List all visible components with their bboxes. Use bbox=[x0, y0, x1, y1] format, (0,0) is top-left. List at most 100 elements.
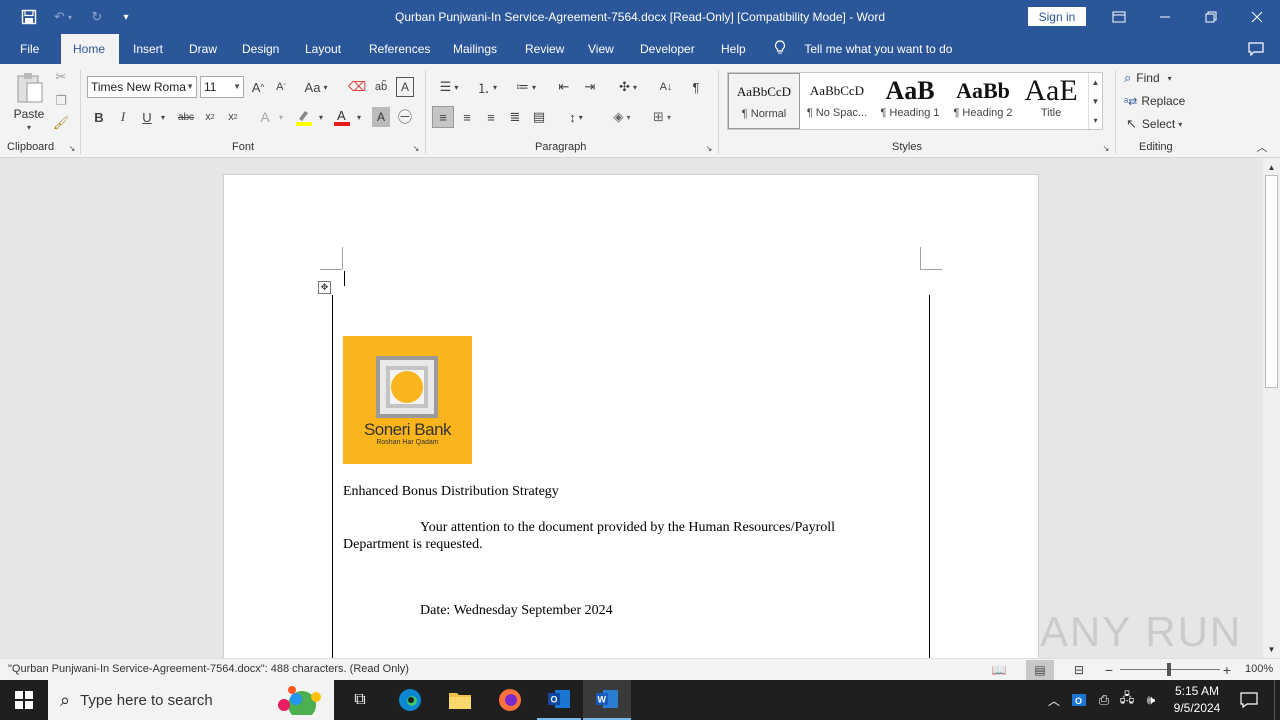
scrollbar-thumb[interactable] bbox=[1265, 175, 1278, 388]
paste-dropdown-icon[interactable]: ▾ bbox=[22, 122, 36, 132]
device-icon[interactable]: ⎙ bbox=[1094, 680, 1114, 720]
tab-developer[interactable]: Developer bbox=[640, 34, 695, 64]
zoom-out-icon[interactable]: − bbox=[1102, 661, 1116, 679]
phonetic-guide-icon[interactable]: ab̃ bbox=[372, 77, 390, 97]
clipboard-launcher-icon[interactable]: ↘ bbox=[66, 142, 78, 154]
document-page[interactable]: ✥ Soneri Bank Roshan Har Qadam Enhanced … bbox=[223, 174, 1039, 658]
show-formatting-marks-icon[interactable]: ¶ bbox=[686, 76, 706, 98]
close-icon[interactable] bbox=[1234, 0, 1280, 34]
style-normal[interactable]: AaBbCcD ¶ Normal bbox=[728, 73, 800, 129]
tab-mailings[interactable]: Mailings bbox=[453, 34, 497, 64]
tab-file[interactable]: File bbox=[20, 34, 39, 64]
character-border-icon[interactable]: A bbox=[396, 77, 414, 97]
tab-help[interactable]: Help bbox=[721, 34, 746, 64]
table-move-handle-icon[interactable]: ✥ bbox=[318, 281, 331, 294]
clock[interactable]: 5:15 AM 9/5/2024 bbox=[1166, 680, 1228, 720]
styles-scroll-up-icon[interactable]: ▲ bbox=[1088, 73, 1102, 92]
asian-layout-icon[interactable]: ✣ ▾ bbox=[612, 76, 644, 98]
increase-indent-icon[interactable]: ⇥ bbox=[580, 76, 600, 98]
collapse-ribbon-icon[interactable]: ︿ bbox=[1254, 140, 1270, 154]
find-button[interactable]: ⌕ Find ▾ bbox=[1124, 69, 1194, 87]
justify-icon[interactable]: ≣ bbox=[505, 106, 525, 128]
zoom-level[interactable]: 100% bbox=[1245, 663, 1273, 675]
firefox-icon[interactable] bbox=[490, 680, 530, 720]
word-icon[interactable]: W bbox=[583, 680, 631, 720]
vertical-scrollbar[interactable]: ▲ ▼ bbox=[1263, 158, 1280, 658]
notifications-icon[interactable] bbox=[1234, 680, 1264, 720]
paragraph-launcher-icon[interactable]: ↘ bbox=[703, 142, 715, 154]
print-layout-icon[interactable]: ▤ bbox=[1026, 660, 1054, 680]
change-case-button[interactable]: Aa ▾ bbox=[298, 77, 334, 97]
align-right-icon[interactable]: ≡ bbox=[481, 106, 501, 128]
scroll-up-icon[interactable]: ▲ bbox=[1264, 160, 1279, 174]
underline-icon[interactable]: U bbox=[138, 107, 156, 127]
grow-font-icon[interactable]: A ^ bbox=[249, 77, 267, 97]
zoom-slider-handle[interactable] bbox=[1167, 663, 1171, 676]
replace-button[interactable]: ᵃ⇄ Replace bbox=[1124, 92, 1194, 110]
web-layout-icon[interactable]: ⊟ bbox=[1070, 661, 1088, 679]
style-no-spacing[interactable]: AaBbCcD ¶ No Spac... bbox=[801, 73, 873, 129]
restore-icon[interactable] bbox=[1188, 0, 1234, 34]
file-explorer-icon[interactable] bbox=[440, 680, 480, 720]
styles-more-icon[interactable]: ▾ bbox=[1088, 111, 1102, 129]
tell-me-search[interactable]: Tell me what you want to do bbox=[774, 34, 952, 64]
read-mode-icon[interactable]: 📖 bbox=[990, 661, 1008, 679]
text-effects-dropdown-icon[interactable]: ▾ bbox=[276, 107, 286, 127]
highlight-icon[interactable] bbox=[294, 107, 314, 127]
scroll-down-icon[interactable]: ▼ bbox=[1264, 642, 1279, 656]
cut-icon[interactable]: ✂ bbox=[52, 68, 70, 86]
tab-view[interactable]: View bbox=[588, 34, 614, 64]
format-painter-icon[interactable]: 🖌 bbox=[52, 114, 70, 132]
sign-in-button[interactable]: Sign in bbox=[1028, 7, 1086, 26]
style-title[interactable]: AaE Title bbox=[1016, 73, 1086, 129]
paste-icon[interactable] bbox=[14, 70, 46, 106]
font-name-box[interactable]: Times New Roma ▼ bbox=[87, 76, 197, 98]
font-color-icon[interactable]: A bbox=[332, 107, 352, 127]
redo-icon[interactable]: ↻ bbox=[86, 7, 108, 27]
zoom-in-icon[interactable]: + bbox=[1220, 661, 1234, 679]
save-icon[interactable] bbox=[18, 7, 40, 27]
align-left-icon[interactable]: ≡ bbox=[432, 106, 454, 128]
font-color-dropdown-icon[interactable]: ▾ bbox=[354, 107, 364, 127]
volume-icon[interactable]: 🕪 bbox=[1140, 680, 1162, 720]
superscript-icon[interactable]: x2 bbox=[224, 107, 242, 127]
copy-icon[interactable]: ❐ bbox=[52, 92, 70, 110]
tab-references[interactable]: References bbox=[369, 34, 430, 64]
sort-icon[interactable]: A↓ bbox=[656, 76, 676, 98]
character-shading-icon[interactable]: A bbox=[372, 107, 390, 127]
taskbar-search-box[interactable]: ⌕ Type here to search bbox=[48, 680, 334, 720]
select-button[interactable]: ↖ Select ▾ bbox=[1126, 115, 1196, 133]
tab-insert[interactable]: Insert bbox=[133, 34, 163, 64]
tab-home[interactable]: Home bbox=[61, 34, 119, 64]
style-heading-1[interactable]: AaB ¶ Heading 1 bbox=[874, 73, 946, 129]
styles-launcher-icon[interactable]: ↘ bbox=[1100, 142, 1112, 154]
font-launcher-icon[interactable]: ↘ bbox=[410, 142, 422, 154]
bold-icon[interactable]: B bbox=[90, 107, 108, 127]
style-heading-2[interactable]: AaBb ¶ Heading 2 bbox=[947, 73, 1019, 129]
windows-start-icon[interactable] bbox=[0, 680, 48, 720]
customize-quick-access-icon[interactable]: ▾ bbox=[116, 7, 136, 27]
distributed-icon[interactable]: ▤ bbox=[529, 106, 549, 128]
bullets-icon[interactable]: ☰ ▾ bbox=[434, 76, 464, 98]
paste-button[interactable]: Paste bbox=[10, 106, 48, 122]
show-hidden-icons-icon[interactable]: ︿ bbox=[1044, 680, 1064, 720]
numbering-icon[interactable]: ⒈ ▾ bbox=[472, 76, 502, 98]
italic-icon[interactable]: I bbox=[114, 107, 132, 127]
network-icon[interactable]: 🖧 bbox=[1117, 680, 1137, 720]
tab-draw[interactable]: Draw bbox=[189, 34, 217, 64]
decrease-indent-icon[interactable]: ⇤ bbox=[554, 76, 574, 98]
comments-icon[interactable] bbox=[1248, 34, 1268, 64]
tab-review[interactable]: Review bbox=[525, 34, 564, 64]
borders-icon[interactable]: ⊞ ▾ bbox=[644, 106, 680, 128]
outlook-tray-icon[interactable]: O bbox=[1068, 680, 1090, 720]
tab-layout[interactable]: Layout bbox=[305, 34, 341, 64]
line-spacing-icon[interactable]: ↕ ▾ bbox=[560, 106, 592, 128]
styles-scroll-down-icon[interactable]: ▼ bbox=[1088, 92, 1102, 111]
edge-icon[interactable] bbox=[390, 680, 430, 720]
ribbon-display-options-icon[interactable] bbox=[1096, 0, 1142, 34]
minimize-icon[interactable] bbox=[1142, 0, 1188, 34]
highlight-dropdown-icon[interactable]: ▾ bbox=[316, 107, 326, 127]
text-effects-icon[interactable]: A bbox=[256, 107, 274, 127]
clear-formatting-icon[interactable]: ⌫ bbox=[348, 77, 366, 97]
underline-dropdown-icon[interactable]: ▾ bbox=[158, 107, 168, 127]
